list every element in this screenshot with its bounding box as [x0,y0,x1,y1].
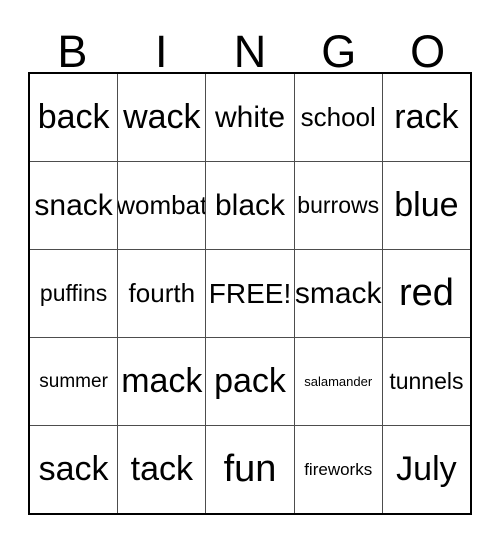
header-column-o: O [383,22,472,77]
bingo-cell-label: fourth [128,277,196,308]
bingo-row: puffins fourth FREE! smack red [30,249,471,337]
bingo-cell-label: FREE! [208,277,292,309]
bingo-cell[interactable]: school [293,74,382,161]
bingo-cell[interactable]: puffins [30,250,118,337]
bingo-cell-label: fireworks [304,459,373,479]
bingo-cell-label: black [214,188,286,222]
bingo-cell[interactable]: wack [117,74,206,161]
bingo-cell[interactable]: burrows [293,162,382,249]
header-letter: B [57,25,88,77]
bingo-row: snack wombat black burrows blue [30,161,471,249]
bingo-cell[interactable]: fireworks [293,426,382,513]
header-column-g: G [294,22,383,77]
bingo-cell-label: puffins [39,280,108,307]
bingo-cell[interactable]: salamander [293,338,382,425]
bingo-cell-label: smack [294,276,382,310]
header-column-b: B [28,22,117,77]
bingo-cell[interactable]: snack [30,162,118,249]
bingo-grid: back wack white school rack snack wombat [28,72,472,515]
bingo-cell[interactable]: smack [293,250,382,337]
bingo-cell[interactable]: red [381,250,471,337]
bingo-cell-label: white [214,100,286,134]
bingo-cell-label: burrows [297,192,380,219]
bingo-cell[interactable]: pack [205,338,294,425]
bingo-cell-label: fun [223,447,277,490]
bingo-cell[interactable]: mack [117,338,206,425]
bingo-cell-label: back [37,97,110,136]
bingo-cell[interactable]: fun [205,426,294,513]
header-letter: G [321,25,357,77]
bingo-cell-free-space[interactable]: FREE! [205,250,294,337]
header-column-n: N [206,22,295,77]
bingo-cell-label: blue [394,185,459,224]
bingo-cell-label: snack [34,188,113,222]
bingo-cell-label: tunnels [389,368,464,395]
bingo-cell[interactable]: black [205,162,294,249]
bingo-card: B I N G O back wack white school rack sn… [0,0,500,544]
header-letter: O [410,25,446,77]
bingo-row: sack tack fun fireworks July [30,425,471,513]
header-column-i: I [117,22,206,77]
bingo-cell-label: mack [121,361,203,400]
bingo-cell-label: wombat [117,189,206,220]
bingo-row: back wack white school rack [30,74,471,161]
bingo-row: summer mack pack salamander tunnels [30,337,471,425]
bingo-cell[interactable]: summer [30,338,118,425]
bingo-cell[interactable]: back [30,74,118,161]
bingo-cell[interactable]: fourth [117,250,206,337]
bingo-cell-label: tack [130,449,193,488]
bingo-cell[interactable]: blue [381,162,471,249]
bingo-cell-label: wack [123,97,201,136]
bingo-cell-label: July [396,449,457,488]
bingo-cell[interactable]: tunnels [381,338,471,425]
bingo-cell[interactable]: July [381,426,471,513]
bingo-cell-label: summer [39,370,108,392]
header-letter: N [233,25,267,77]
bingo-cell-label: rack [394,97,459,136]
bingo-cell-label: pack [214,361,286,400]
header-letter: I [154,25,168,77]
bingo-cell-label: school [300,101,376,132]
bingo-cell[interactable]: white [205,74,294,161]
bingo-cell[interactable]: rack [381,74,471,161]
bingo-cell-label: salamander [304,373,373,389]
bingo-header: B I N G O [28,22,472,77]
bingo-cell-label: sack [38,449,109,488]
bingo-cell[interactable]: tack [117,426,206,513]
bingo-cell[interactable]: wombat [117,162,206,249]
bingo-cell[interactable]: sack [30,426,118,513]
bingo-cell-label: red [398,271,454,314]
